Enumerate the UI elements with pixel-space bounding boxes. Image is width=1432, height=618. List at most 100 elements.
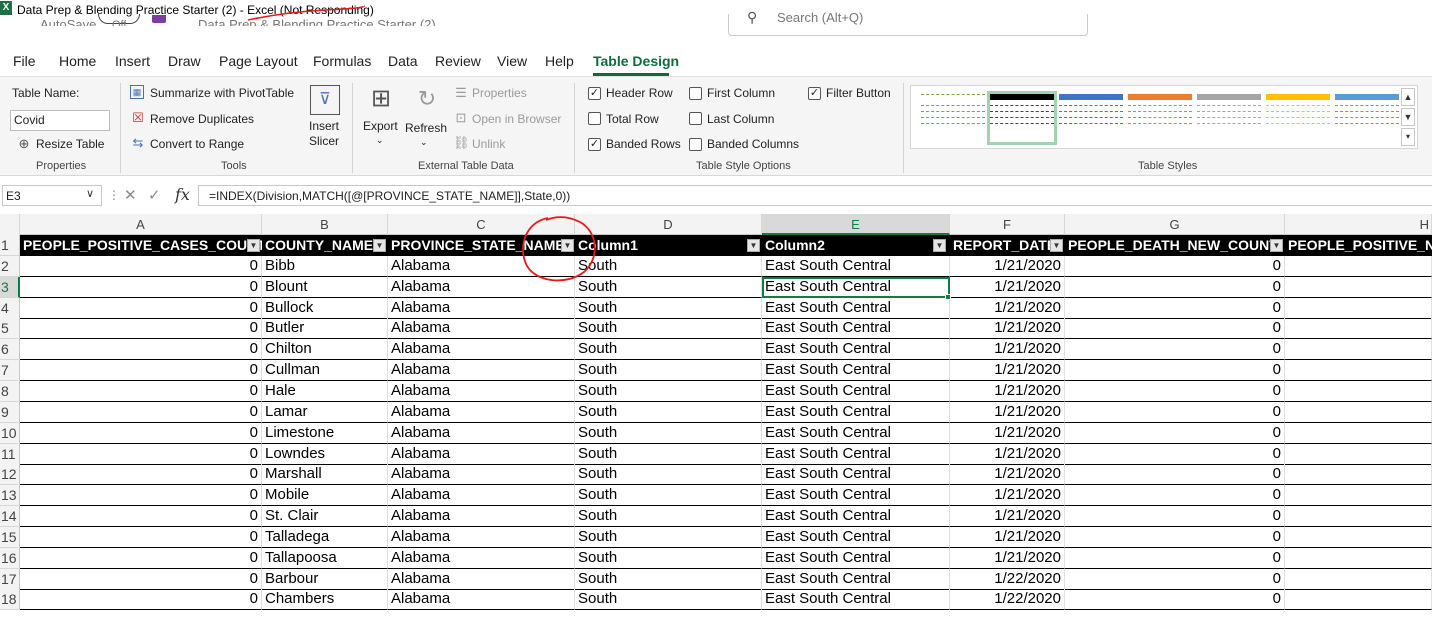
filter-dropdown-icon[interactable]: ▼ xyxy=(1270,239,1283,252)
cell-people-death-new-count[interactable]: 0 xyxy=(1065,318,1285,340)
row-header[interactable]: 7 xyxy=(0,360,20,382)
cell-people-positive-cases-count[interactable]: 0 xyxy=(20,506,262,528)
cell-people-death-new-count[interactable]: 0 xyxy=(1065,526,1285,548)
cell-province-state-name[interactable]: Alabama xyxy=(388,443,575,465)
row-header[interactable]: 4 xyxy=(0,297,20,319)
cell-people-positive-cases-count[interactable]: 0 xyxy=(20,422,262,444)
column-header-c[interactable]: C xyxy=(388,214,575,235)
cell-report-date[interactable]: 1/21/2020 xyxy=(950,318,1065,340)
cell-county-name[interactable]: Tallapoosa xyxy=(262,547,388,569)
cell-people-positive-new[interactable] xyxy=(1285,589,1432,611)
tab-review[interactable]: Review xyxy=(435,53,481,69)
cell-report-date[interactable]: 1/21/2020 xyxy=(950,339,1065,361)
cell-column2[interactable]: East South Central xyxy=(762,485,950,507)
column-header-h[interactable]: H xyxy=(1285,214,1432,235)
cell-column2[interactable]: East South Central xyxy=(762,360,950,382)
cell-people-positive-new[interactable] xyxy=(1285,297,1432,319)
filter-dropdown-icon[interactable]: ▼ xyxy=(561,239,574,252)
cell-province-state-name[interactable]: Alabama xyxy=(388,589,575,611)
cell-province-state-name[interactable]: Alabama xyxy=(388,360,575,382)
column-header-g[interactable]: G xyxy=(1065,214,1285,235)
cell-people-positive-new[interactable] xyxy=(1285,485,1432,507)
cell-people-positive-new[interactable] xyxy=(1285,360,1432,382)
row-header[interactable]: 18 xyxy=(0,589,20,611)
cell-column1[interactable]: South xyxy=(575,297,762,319)
cell-people-positive-cases-count[interactable]: 0 xyxy=(20,297,262,319)
cell-county-name[interactable]: Mobile xyxy=(262,485,388,507)
table-style-swatch[interactable] xyxy=(1266,94,1330,142)
cell-people-positive-cases-count[interactable]: 0 xyxy=(20,339,262,361)
cell-people-positive-cases-count[interactable]: 0 xyxy=(20,485,262,507)
cell-column2[interactable]: East South Central xyxy=(762,297,950,319)
cell-report-date[interactable]: 1/21/2020 xyxy=(950,506,1065,528)
filter-dropdown-icon[interactable]: ▼ xyxy=(1050,239,1063,252)
cancel-icon[interactable]: ✕ xyxy=(124,186,137,204)
cell-column1[interactable]: South xyxy=(575,485,762,507)
cell-column2[interactable]: East South Central xyxy=(762,547,950,569)
tab-page-layout[interactable]: Page Layout xyxy=(219,53,298,69)
column-header-b[interactable]: B xyxy=(262,214,388,235)
cell-county-name[interactable]: Barbour xyxy=(262,568,388,590)
cell-report-date[interactable]: 1/21/2020 xyxy=(950,401,1065,423)
cell-people-death-new-count[interactable]: 0 xyxy=(1065,380,1285,402)
gallery-down-icon[interactable]: ▼ xyxy=(1401,108,1415,126)
tab-draw[interactable]: Draw xyxy=(168,53,201,69)
cell-province-state-name[interactable]: Alabama xyxy=(388,568,575,590)
refresh-chevron-icon[interactable]: ⌄ xyxy=(420,137,428,148)
cell-column1[interactable]: South xyxy=(575,255,762,277)
cell-people-positive-new[interactable] xyxy=(1285,464,1432,486)
gallery-more-icon[interactable]: ▾ xyxy=(1401,128,1415,146)
formula-input[interactable]: =INDEX(Division,MATCH([@[PROVINCE_STATE_… xyxy=(198,185,1432,206)
cell-people-death-new-count[interactable]: 0 xyxy=(1065,339,1285,361)
last-column-checkbox[interactable] xyxy=(689,112,702,125)
unlink-button[interactable]: Unlink xyxy=(472,137,505,151)
cell-county-name[interactable]: Bibb xyxy=(262,255,388,277)
first-column-checkbox[interactable] xyxy=(689,87,702,100)
tab-formulas[interactable]: Formulas xyxy=(313,53,371,69)
filter-dropdown-icon[interactable]: ▼ xyxy=(933,239,946,252)
tab-insert[interactable]: Insert xyxy=(115,53,150,69)
column-header-f[interactable]: F xyxy=(950,214,1065,235)
cell-people-positive-cases-count[interactable]: 0 xyxy=(20,255,262,277)
cell-column1[interactable]: South xyxy=(575,547,762,569)
row-header[interactable]: 11 xyxy=(0,443,20,465)
cell-people-positive-new[interactable] xyxy=(1285,547,1432,569)
cell-people-positive-cases-count[interactable]: 0 xyxy=(20,401,262,423)
insert-function-icon[interactable]: fx xyxy=(175,185,190,204)
cell-report-date[interactable]: 1/21/2020 xyxy=(950,526,1065,548)
cell-report-date[interactable]: 1/21/2020 xyxy=(950,380,1065,402)
cell-people-death-new-count[interactable]: 0 xyxy=(1065,360,1285,382)
cell-report-date[interactable]: 1/21/2020 xyxy=(950,422,1065,444)
cell-column1[interactable]: South xyxy=(575,464,762,486)
cell-column1[interactable]: South xyxy=(575,506,762,528)
row-header[interactable]: 10 xyxy=(0,422,20,444)
table-style-swatch[interactable] xyxy=(1335,94,1399,142)
cell-report-date[interactable]: 1/22/2020 xyxy=(950,568,1065,590)
cell-province-state-name[interactable]: Alabama xyxy=(388,380,575,402)
cell-province-state-name[interactable]: Alabama xyxy=(388,297,575,319)
cell-people-positive-new[interactable] xyxy=(1285,422,1432,444)
row-header[interactable]: 5 xyxy=(0,318,20,340)
cell-county-name[interactable]: Chambers xyxy=(262,589,388,611)
cell-people-positive-cases-count[interactable]: 0 xyxy=(20,276,262,298)
refresh-button[interactable]: Refresh xyxy=(405,121,447,135)
cell-province-state-name[interactable]: Alabama xyxy=(388,422,575,444)
tab-view[interactable]: View xyxy=(497,53,527,69)
cell-column1[interactable]: South xyxy=(575,360,762,382)
cell-people-death-new-count[interactable]: 0 xyxy=(1065,401,1285,423)
cell-people-positive-new[interactable] xyxy=(1285,506,1432,528)
cell-report-date[interactable]: 1/21/2020 xyxy=(950,547,1065,569)
cell-people-death-new-count[interactable]: 0 xyxy=(1065,485,1285,507)
filter-dropdown-icon[interactable]: ▼ xyxy=(373,239,386,252)
cell-report-date[interactable]: 1/22/2020 xyxy=(950,589,1065,611)
cell-province-state-name[interactable]: Alabama xyxy=(388,526,575,548)
row-header[interactable]: 17 xyxy=(0,568,20,590)
cell-column2[interactable]: East South Central xyxy=(762,339,950,361)
cell-province-state-name[interactable]: Alabama xyxy=(388,464,575,486)
filter-dropdown-icon[interactable]: ▼ xyxy=(247,239,260,252)
column-header-e[interactable]: E xyxy=(762,214,950,235)
cell-people-positive-cases-count[interactable]: 0 xyxy=(20,547,262,569)
more-options-icon[interactable]: ⋮ xyxy=(108,188,120,202)
cell-people-positive-cases-count[interactable]: 0 xyxy=(20,568,262,590)
table-style-swatch[interactable] xyxy=(921,94,985,142)
